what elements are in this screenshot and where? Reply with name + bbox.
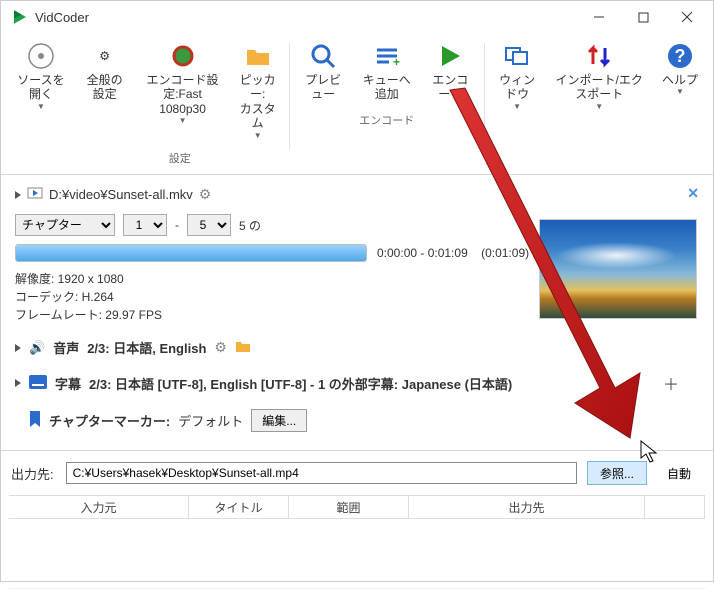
output-label: 出力先:	[9, 464, 60, 483]
open-source-label: ソースを開く	[15, 73, 67, 102]
bookmark-icon	[29, 411, 41, 430]
chapter-suffix: 5 の	[239, 217, 261, 234]
svg-text:?: ?	[675, 46, 686, 66]
disc-icon	[26, 41, 56, 71]
picker-button[interactable]: ピッカー: カスタム ▼	[231, 37, 285, 144]
subtitle-icon	[29, 375, 47, 392]
encode-label: エンコード	[429, 73, 472, 102]
audio-heading: 音声	[53, 338, 79, 357]
queue-grid-body	[9, 519, 705, 589]
list-plus-icon: +	[372, 41, 402, 71]
folder-picker-icon	[243, 41, 273, 71]
window-menu-button[interactable]: ウィンドウ ▼	[489, 37, 546, 115]
col-range: 範囲	[289, 496, 409, 518]
col-title: タイトル	[189, 496, 289, 518]
audio-folder-icon[interactable]	[235, 339, 251, 356]
audio-summary: 2/3: 日本語, English	[87, 338, 206, 357]
auto-button[interactable]: 自動	[653, 461, 705, 485]
chapter-sep: -	[175, 218, 179, 232]
audio-gear-icon[interactable]: ⚙	[214, 339, 227, 356]
encode-settings-button[interactable]: エンコード設定:Fast 1080p30 ▼	[134, 37, 230, 144]
preview-label: プレビュー	[301, 73, 344, 102]
source-path: D:¥video¥Sunset-all.mkv	[49, 187, 193, 202]
help-button[interactable]: ? ヘルプ ▼	[653, 37, 707, 115]
gear-icon: ⚙	[90, 41, 120, 71]
magnifier-icon	[308, 41, 338, 71]
window-menu-label: ウィンドウ	[497, 73, 538, 102]
browse-button[interactable]: 参照...	[587, 461, 647, 485]
import-export-button[interactable]: インポート/エクスポート ▼	[545, 37, 653, 115]
subs-expand-icon[interactable]	[15, 379, 21, 387]
expand-icon[interactable]	[15, 191, 21, 199]
toolbar-group-settings-label: 設定	[169, 144, 191, 170]
global-settings-button[interactable]: ⚙ 全般の設定	[75, 37, 135, 144]
chapter-to-select[interactable]: 5	[187, 214, 231, 236]
toolbar-group-encode-label: エンコード	[359, 106, 414, 132]
video-file-icon	[27, 185, 43, 204]
import-export-label: インポート/エクスポート	[553, 73, 645, 102]
queue-grid-header: 入力元 タイトル 範囲 出力先	[9, 495, 705, 519]
play-icon	[435, 41, 465, 71]
subs-summary: 2/3: 日本語 [UTF-8], English [UTF-8] - 1 の外…	[89, 374, 512, 393]
speaker-icon: 🔊	[29, 340, 45, 356]
preview-thumbnail[interactable]	[539, 219, 697, 319]
encode-gear-icon	[168, 41, 198, 71]
windows-icon	[502, 41, 532, 71]
encode-settings-label: エンコード設定:Fast 1080p30	[142, 73, 222, 116]
source-gear-icon[interactable]: ⚙	[199, 186, 212, 203]
chapter-mode-select[interactable]: チャプター	[15, 214, 115, 236]
subs-heading: 字幕	[55, 374, 81, 393]
encode-button[interactable]: エンコード	[421, 37, 480, 106]
svg-text:+: +	[393, 55, 400, 69]
import-export-icon	[584, 41, 614, 71]
window-title: VidCoder	[35, 10, 89, 25]
chapter-from-select[interactable]: 1	[123, 214, 167, 236]
open-source-button[interactable]: ソースを開く ▼	[7, 37, 75, 115]
help-label: ヘルプ	[662, 73, 698, 87]
add-subtitle-button[interactable]: ＋	[663, 371, 679, 395]
time-total: (0:01:09)	[481, 246, 529, 260]
global-settings-label: 全般の設定	[83, 73, 127, 102]
chapter-edit-button[interactable]: 編集...	[251, 409, 307, 432]
close-source-button[interactable]: ✕	[687, 185, 699, 202]
help-icon: ?	[665, 41, 695, 71]
col-input: 入力元	[9, 496, 189, 518]
output-path-input[interactable]	[66, 462, 577, 484]
col-output: 出力先	[409, 496, 645, 518]
app-logo-icon	[11, 8, 29, 26]
chapter-marker-value: デフォルト	[178, 411, 243, 430]
maximize-button[interactable]	[621, 1, 665, 33]
range-progress[interactable]	[15, 244, 367, 262]
queue-add-label: キューへ追加	[361, 73, 413, 102]
preview-button[interactable]: プレビュー	[293, 37, 352, 106]
minimize-button[interactable]	[577, 1, 621, 33]
audio-expand-icon[interactable]	[15, 344, 21, 352]
time-range: 0:00:00 - 0:01:09	[377, 246, 468, 260]
chapter-marker-label: チャプターマーカー:	[49, 411, 170, 430]
queue-add-button[interactable]: + キューへ追加	[353, 37, 421, 106]
picker-label: ピッカー: カスタム	[239, 73, 277, 131]
close-button[interactable]	[665, 1, 709, 33]
